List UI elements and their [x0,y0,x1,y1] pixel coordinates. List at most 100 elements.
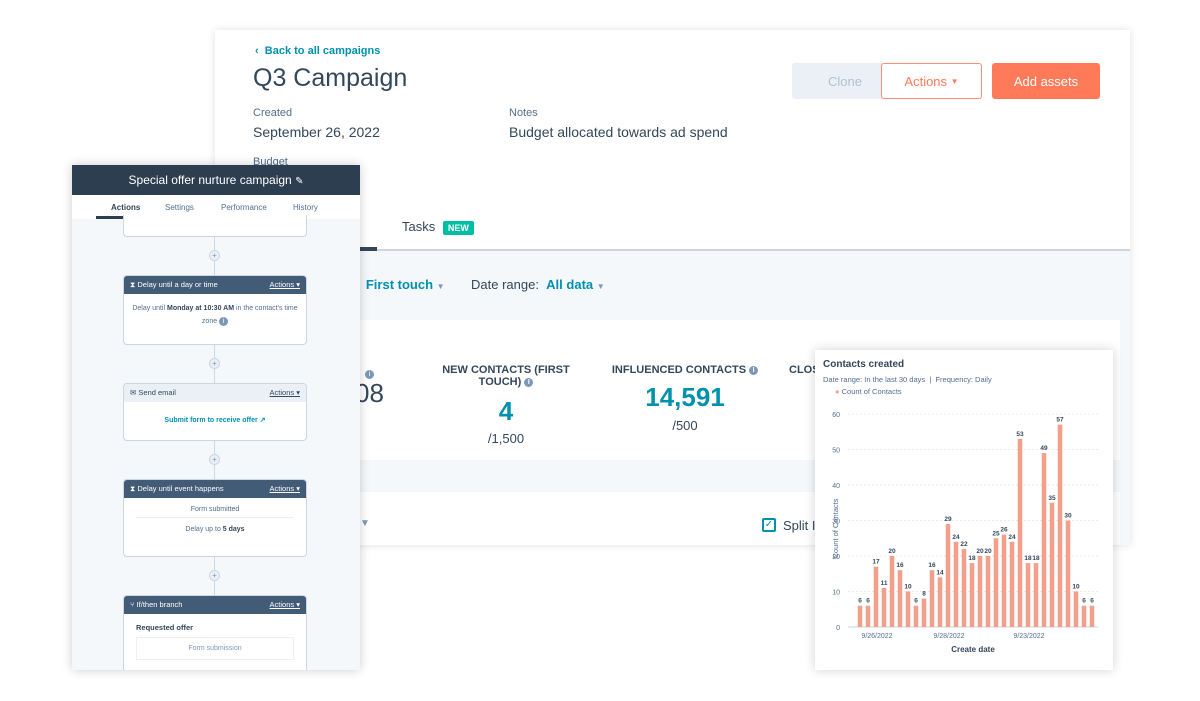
event-text: Form submitted [190,506,240,513]
bar [953,541,959,627]
bar [929,570,935,627]
data-label: 20 [976,548,984,555]
tab-history[interactable]: History [293,203,318,212]
info-icon: i [219,316,229,326]
node-branch[interactable]: ⑂ If/then branch Actions ▾ Requested offe… [123,595,307,670]
data-label: 22 [960,541,968,548]
node-actions-menu[interactable]: Actions ▾ [270,384,300,402]
split-checkbox[interactable]: ✓ [762,518,776,532]
delay-text: Delay up to 5 days [185,526,245,533]
date-range-dropdown[interactable]: All data [546,277,593,292]
pencil-icon[interactable]: ✎ [295,176,303,187]
branch-icon: ⑂ [130,600,135,609]
branch-label: Requested offer [136,623,194,632]
info-icon: i [524,377,534,387]
bar [1025,563,1031,627]
tab-settings[interactable]: Settings [165,203,194,212]
x-tick-label: 9/28/2022 [933,633,964,640]
data-label: 35 [1048,495,1056,502]
stat-value: 14,591 [645,382,725,412]
attribution-filter: : First touch ▼ [355,277,445,292]
bar [889,556,895,627]
bar [1065,520,1071,627]
bar [1001,534,1007,627]
node-delay-event[interactable]: ⧗ Delay until event happens Actions ▾ For… [123,479,307,557]
y-axis-label: Count of Contacts [831,498,840,558]
attribution-dropdown[interactable]: First touch [366,277,433,292]
tab-tasks[interactable]: Tasks NEW [402,219,474,235]
bar [937,577,943,627]
data-label: 49 [1040,445,1048,452]
data-label: 10 [904,584,912,591]
bar [985,556,991,627]
add-assets-button[interactable]: Add assets [992,63,1100,99]
node-header: ⑂ If/then branch Actions ▾ [124,596,306,614]
node-actions-menu[interactable]: Actions ▾ [270,276,300,294]
data-label: 53 [1016,431,1024,438]
stat-new-contacts: NEW CONTACTS (FIRST TOUCH) i [442,364,570,388]
tab-performance[interactable]: Performance [221,203,267,212]
caret-down-icon: ▼ [436,282,445,291]
y-tick-label: 60 [832,412,840,419]
data-label: 17 [872,559,880,566]
data-label: 14 [936,569,944,576]
new-badge: NEW [442,221,474,235]
bar [921,598,927,627]
data-label: 26 [1000,527,1008,534]
bar [1089,605,1095,627]
node-header: ⧗ Delay until event happens Actions ▾ [124,480,306,498]
data-label: 57 [1056,417,1064,424]
email-link[interactable]: Submit form to receive offer ↗ [124,402,306,432]
y-tick-label: 50 [832,448,840,455]
date-range-filter: Date range: All data ▼ [471,277,605,292]
stat-value: 4 [498,396,514,426]
created-value: September 26, 2022 [253,124,380,140]
bar [881,587,887,627]
caret-down-icon: ▼ [950,76,959,86]
bar [993,538,999,627]
stat-influenced-contacts: INFLUENCED CONTACTS i [590,364,780,376]
bar [961,548,967,627]
caret-down-icon[interactable]: ▼ [360,518,370,529]
data-label: 24 [1008,534,1016,541]
data-label: 29 [944,516,952,523]
add-step-icon[interactable]: + [209,454,220,465]
workflow-title: Special offer nurture campaign ✎ [72,165,360,195]
add-step-icon[interactable]: + [209,358,220,369]
bar [1073,591,1079,627]
bar [1017,438,1023,627]
y-tick-label: 0 [836,625,840,632]
external-link-icon: ↗ [259,417,266,424]
bar [1009,541,1015,627]
node-header: ⧗ Delay until a day or time Actions ▾ [124,276,306,294]
bar [1041,453,1047,627]
caret-down-icon: ▼ [596,282,605,291]
tab-actions[interactable]: Actions [111,203,140,212]
data-label: 18 [1024,555,1032,562]
add-step-icon[interactable]: + [209,570,220,581]
bar [945,524,951,627]
node-send-email[interactable]: ✉ Send email Actions ▾ Submit form to rec… [123,383,307,441]
data-label: 25 [992,530,1000,537]
y-tick-label: 40 [832,483,840,490]
split-label: Split I [783,518,816,533]
node-delay-time[interactable]: ⧗ Delay until a day or time Actions ▾ Del… [123,275,307,345]
node-body: Delay until Monday at 10:30 AM in the co… [132,305,298,326]
bar [1057,424,1063,627]
previous-node[interactable] [123,215,307,237]
notes-label: Notes [509,107,538,119]
data-label: 11 [881,580,888,587]
chart-card: Contacts created Date range: In the last… [815,350,1113,670]
data-label: 20 [888,548,896,555]
node-actions-menu[interactable]: Actions ▾ [270,596,300,614]
data-label: 20 [984,548,992,555]
notes-value: Budget allocated towards ad spend [509,124,728,140]
add-step-icon[interactable]: + [209,250,220,261]
node-actions-menu[interactable]: Actions ▾ [270,480,300,498]
hourglass-icon: ⧗ [130,280,136,289]
actions-button[interactable]: Actions ▼ [881,63,982,99]
node-header: ✉ Send email Actions ▾ [124,384,306,402]
back-link[interactable]: ‹ Back to all campaigns [255,45,380,57]
bar [873,566,879,627]
bar [905,591,911,627]
